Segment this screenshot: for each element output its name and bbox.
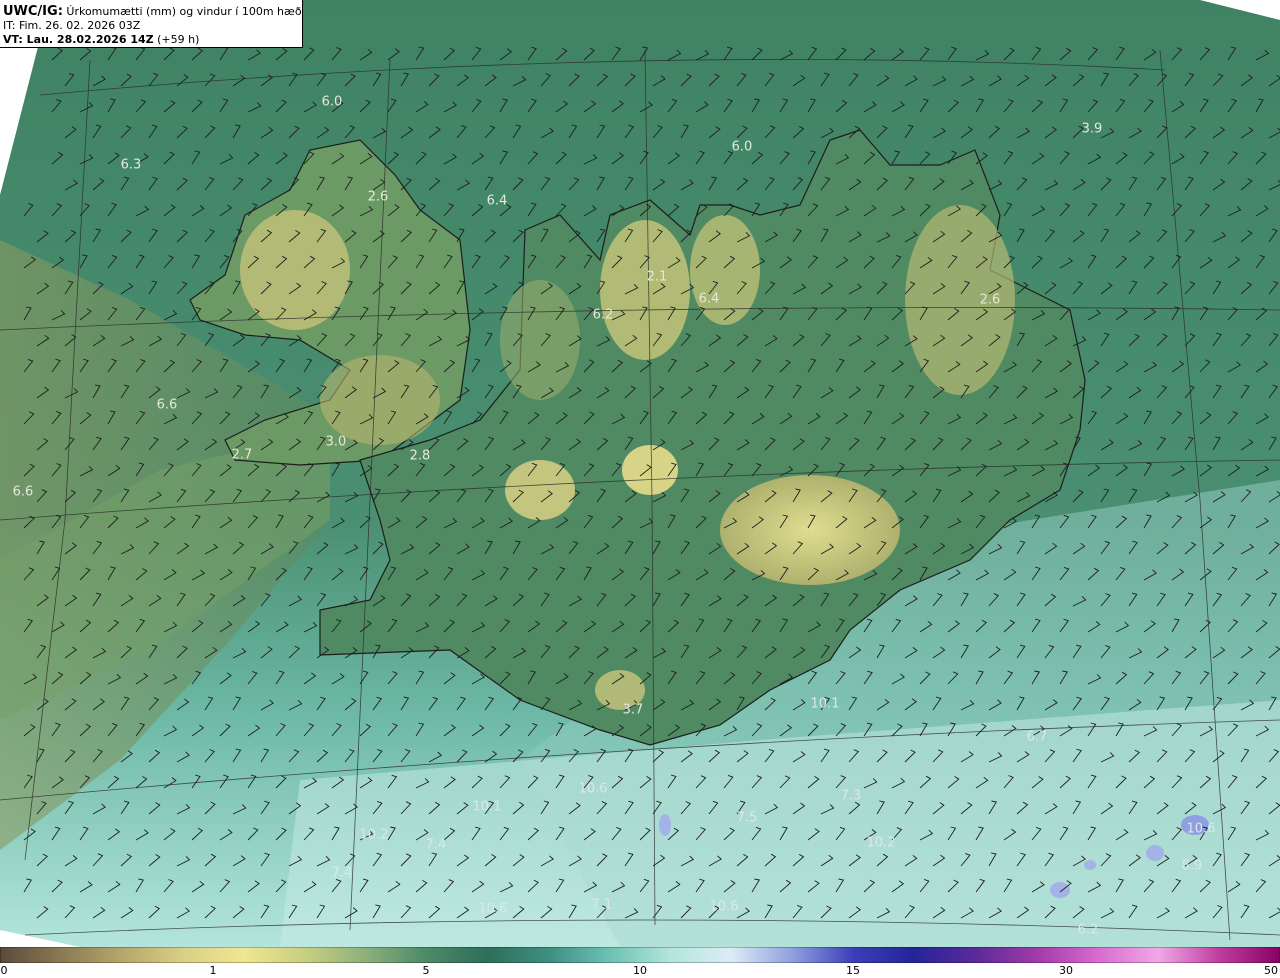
map-value-label: 7.3 — [841, 789, 862, 804]
title-line: UWC/IG: Úrkomumætti (mm) og vindur í 100… — [3, 5, 302, 19]
map-value-label: 6.2 — [593, 308, 614, 323]
map-value-label: 10.6 — [710, 900, 739, 915]
map-value-label: 10.2 — [360, 828, 389, 843]
map-value-label: 3.9 — [1082, 122, 1103, 137]
issue-time: IT: Fim. 26. 02. 2026 03Z — [3, 19, 141, 32]
map-value-label: 2.6 — [368, 190, 389, 205]
map-value-label: 6.0 — [732, 140, 753, 155]
map-value-label: 7.1 — [592, 898, 613, 913]
weather-map[interactable]: 6.0 6.3 2.6 6.4 6.0 3.9 2.1 6.4 6.2 2.6 6.6 3.0 2.8 2… — [0, 0, 1280, 947]
map-header: UWC/IG: Úrkomumætti (mm) og vindur í 100… — [0, 0, 303, 48]
map-value-label: 6.4 — [699, 292, 720, 307]
valid-time-label: VT: Lau. 28.02.2026 14Z — [3, 33, 154, 46]
product-name: UWC/IG: — [3, 4, 63, 19]
map-value-label: 2.6 — [980, 293, 1001, 308]
map-value-label: 6.7 — [1027, 730, 1048, 745]
map-value-label: 3.7 — [623, 703, 644, 718]
map-value-label: 10.6 — [579, 782, 608, 797]
map-value-label: 6.3 — [121, 158, 142, 173]
map-value-label: 7.5 — [737, 811, 758, 826]
colorbar-tick-label: 30 — [1059, 964, 1073, 977]
map-value-label: 8.9 — [1182, 859, 1203, 874]
map-value-label: 2.7 — [232, 448, 253, 463]
map-value-label: 7.4 — [426, 838, 447, 853]
map-value-label: 6.4 — [487, 194, 508, 209]
map-value-label: 3.0 — [326, 435, 347, 450]
colorbar-tick-label: 1 — [209, 964, 217, 977]
colorbar-tick-label: 15 — [846, 964, 860, 977]
valid-time: VT: Lau. 28.02.2026 14Z (+59 h) — [3, 33, 302, 47]
colorbar-tick-label: 0 — [0, 964, 8, 977]
map-value-label: 10.1 — [811, 697, 840, 712]
map-value-label: 10.6 — [479, 902, 508, 917]
map-value-label: 6.6 — [157, 398, 178, 413]
map-value-label: 2.8 — [410, 449, 431, 464]
colorbar-tick-label: 10 — [633, 964, 647, 977]
colorbar-tick-label: 50 — [1264, 964, 1278, 977]
map-value-label: 6.2 — [1078, 923, 1099, 938]
colorbar-tick-label: 5 — [422, 964, 430, 977]
map-value-label: 10.6 — [1187, 822, 1216, 837]
map-value-label: 7.4 — [332, 866, 353, 881]
valid-time-offset: (+59 h) — [153, 33, 200, 46]
map-value-label: 10.1 — [473, 800, 502, 815]
map-value-label: 6.0 — [322, 95, 343, 110]
map-value-label: 2.1 — [647, 270, 668, 285]
colorbar-gradient — [0, 947, 1280, 963]
precip-colorbar — [0, 947, 1280, 963]
map-value-label: 10.2 — [867, 836, 896, 851]
title-text: Úrkomumætti (mm) og vindur í 100m hæð — [62, 5, 302, 18]
map-value-label: 6.6 — [13, 485, 34, 500]
